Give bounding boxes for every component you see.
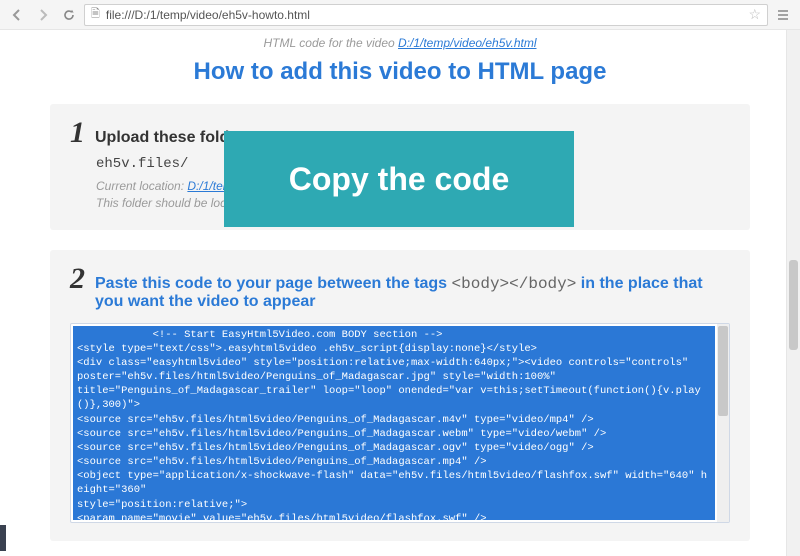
viewport: HTML code for the video D:/1/temp/video/… (0, 30, 800, 556)
page-scrollbar[interactable] (786, 30, 800, 556)
address-bar[interactable]: 🗎 file:///D:/1/temp/video/eh5v-howto.htm… (84, 4, 768, 26)
edge-artifact (0, 525, 6, 551)
copy-code-overlay: Copy the code (224, 131, 574, 227)
url-text: file:///D:/1/temp/video/eh5v-howto.html (106, 8, 743, 22)
code-textarea[interactable]: <!-- Start EasyHtml5Video.com BODY secti… (70, 323, 730, 523)
page-title: How to add this video to HTML page (50, 58, 750, 86)
top-caption-text: HTML code for the video (263, 36, 398, 50)
browser-toolbar: 🗎 file:///D:/1/temp/video/eh5v-howto.htm… (0, 0, 800, 30)
page-content: HTML code for the video D:/1/temp/video/… (0, 30, 800, 556)
step-2-title-a: Paste this code to your page between the… (95, 275, 452, 292)
step-1-number: 1 (70, 118, 85, 148)
top-caption-link[interactable]: D:/1/temp/video/eh5v.html (398, 36, 537, 50)
page-scrollbar-thumb[interactable] (789, 260, 798, 350)
bookmark-star-icon[interactable]: ☆ (748, 6, 761, 23)
code-scrollbar[interactable] (717, 324, 729, 522)
back-button[interactable] (6, 4, 28, 26)
menu-button[interactable] (772, 4, 794, 26)
code-scrollbar-thumb[interactable] (718, 326, 728, 416)
step-2-title-tags: <body></body> (452, 275, 577, 293)
top-caption: HTML code for the video D:/1/temp/video/… (50, 36, 750, 50)
step-2-number: 2 (70, 264, 85, 294)
copy-code-overlay-text: Copy the code (289, 161, 509, 198)
step-2-title: Paste this code to your page between the… (95, 275, 730, 311)
step-1-location-label: Current location: (96, 179, 187, 193)
forward-button[interactable] (32, 4, 54, 26)
step-2-card: 2 Paste this code to your page between t… (50, 250, 750, 541)
reload-button[interactable] (58, 4, 80, 26)
code-content: <!-- Start EasyHtml5Video.com BODY secti… (73, 326, 715, 520)
file-icon: 🗎 (91, 5, 100, 24)
